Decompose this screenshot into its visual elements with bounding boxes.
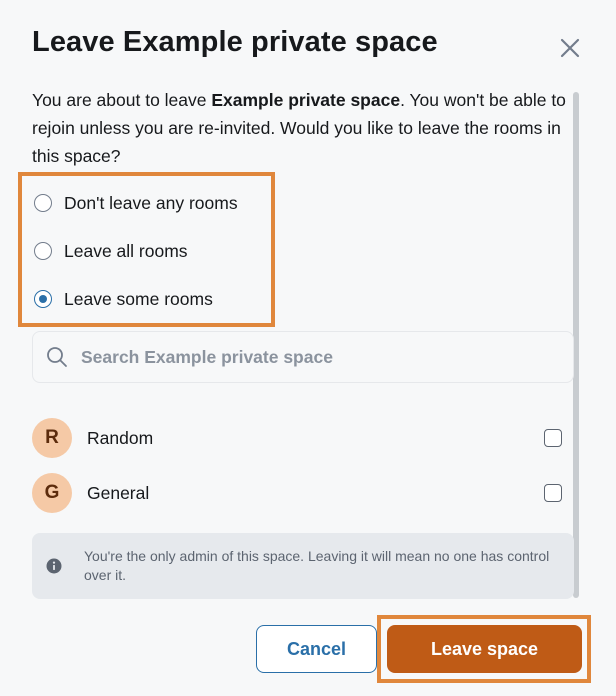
room-item-general: G General (32, 473, 562, 513)
radio-leave-some[interactable]: Leave some rooms (34, 286, 213, 312)
radio-label: Don't leave any rooms (64, 192, 238, 213)
info-icon (46, 558, 62, 574)
space-name: Example private space (211, 90, 401, 110)
close-button[interactable] (556, 34, 584, 62)
admin-warning-notice: You're the only admin of this space. Lea… (32, 533, 574, 599)
radio-button[interactable] (34, 242, 52, 260)
room-checkbox[interactable] (544, 484, 562, 502)
dialog-title: Leave Example private space (32, 26, 438, 58)
search-icon (47, 347, 67, 367)
room-avatar: G (32, 473, 72, 513)
radio-label: Leave some rooms (64, 288, 213, 309)
leave-space-dialog: Leave Example private space You are abou… (0, 0, 616, 696)
room-name: General (87, 482, 150, 503)
room-name: Random (87, 427, 154, 448)
radio-leave-all[interactable]: Leave all rooms (34, 238, 188, 264)
close-icon (560, 38, 580, 58)
leave-space-button[interactable]: Leave space (387, 625, 582, 673)
room-item-random: R Random (32, 418, 562, 458)
intro-prefix: You are about to leave (32, 90, 212, 110)
cancel-button[interactable]: Cancel (256, 625, 377, 673)
room-checkbox[interactable] (544, 429, 562, 447)
room-avatar: R (32, 418, 72, 458)
search-box[interactable] (32, 331, 574, 383)
radio-button-selected[interactable] (34, 290, 52, 308)
radio-label: Leave all rooms (64, 240, 188, 261)
search-input[interactable] (79, 345, 553, 369)
notice-text: You're the only admin of this space. Lea… (84, 548, 550, 583)
dialog-description: You are about to leave Example private s… (32, 86, 572, 170)
radio-button[interactable] (34, 194, 52, 212)
radio-dont-leave[interactable]: Don't leave any rooms (34, 190, 238, 216)
